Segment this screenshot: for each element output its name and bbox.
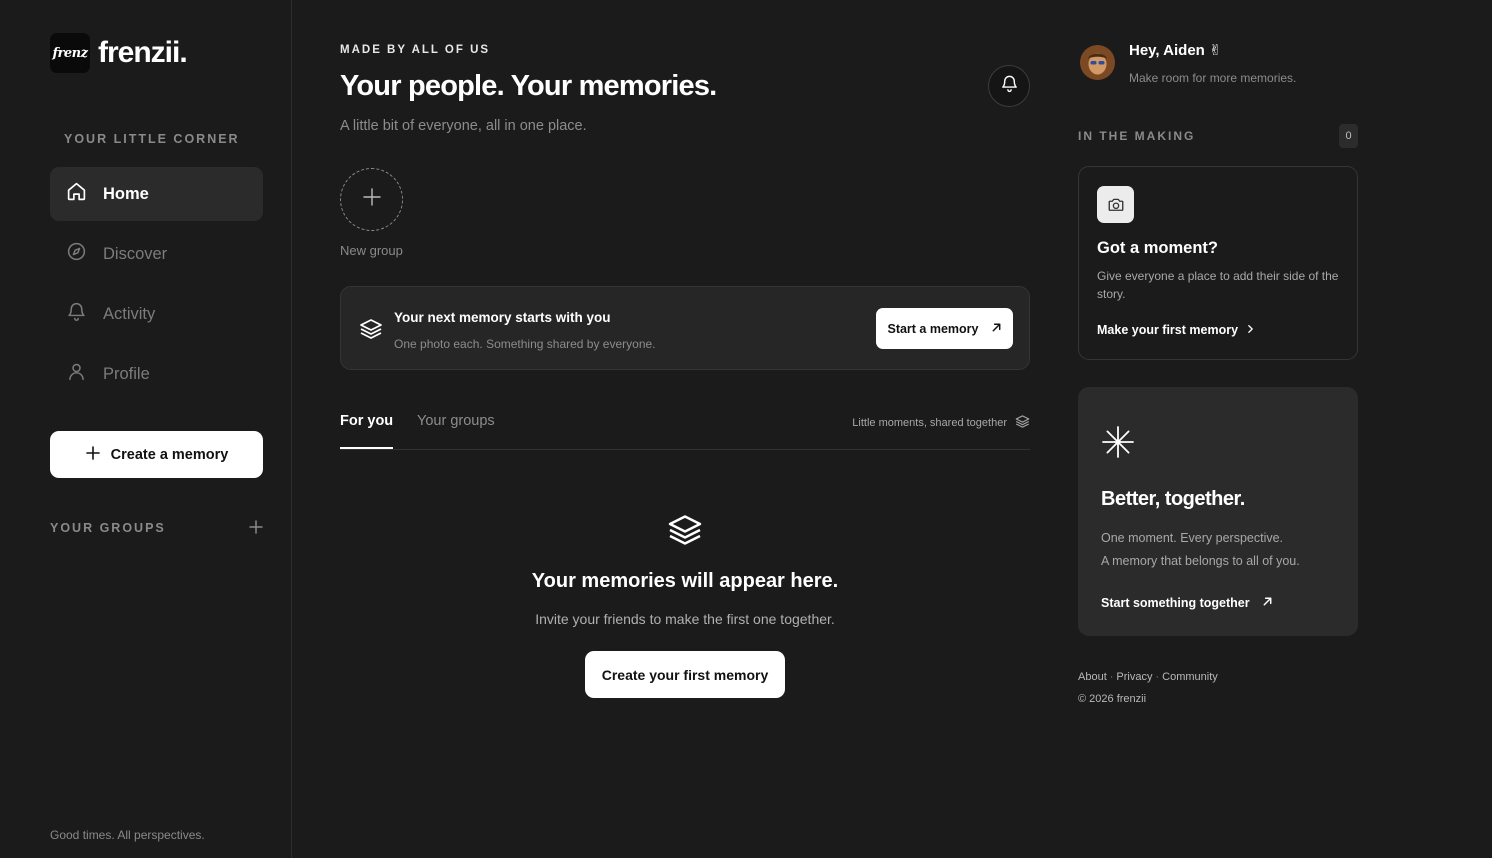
tabs-note-text: Little moments, shared together bbox=[852, 417, 1007, 429]
arrow-up-right-icon bbox=[1262, 596, 1273, 610]
better-card-line1: One moment. Every perspective. bbox=[1101, 531, 1284, 545]
layers-icon bbox=[1015, 414, 1030, 432]
footer-separator: · bbox=[1155, 671, 1160, 683]
plus-icon bbox=[362, 187, 382, 212]
create-memory-button[interactable]: Create a memory bbox=[50, 431, 263, 478]
sidebar: frenz frenzii. YOUR LITTLE CORNER Home D… bbox=[0, 0, 292, 858]
empty-state: Your memories will appear here. Invite y… bbox=[340, 512, 1030, 698]
new-group: New group bbox=[340, 168, 404, 258]
greeting: Hey, Aiden ✌ bbox=[1129, 42, 1222, 59]
sidebar-item-label: Home bbox=[103, 184, 149, 203]
camera-icon bbox=[1097, 186, 1134, 223]
sidebar-nav: Home Discover Activity Profile bbox=[50, 167, 263, 407]
start-memory-label: Start a memory bbox=[887, 321, 979, 336]
new-group-button[interactable] bbox=[340, 168, 403, 231]
avatar[interactable] bbox=[1080, 45, 1115, 80]
greeting-subtitle: Make room for more memories. bbox=[1129, 71, 1297, 85]
sidebar-item-activity[interactable]: Activity bbox=[50, 287, 263, 341]
moment-card-title: Got a moment? bbox=[1097, 239, 1219, 257]
layers-icon bbox=[340, 512, 1030, 548]
page-subtitle: A little bit of everyone, all in one pla… bbox=[340, 118, 587, 134]
bell-icon bbox=[1000, 74, 1019, 98]
sidebar-item-profile[interactable]: Profile bbox=[50, 347, 263, 401]
layers-icon bbox=[359, 317, 383, 346]
user-icon bbox=[66, 361, 87, 387]
make-first-memory-link[interactable]: Make your first memory bbox=[1097, 323, 1255, 337]
logo-wordmark: frenzii. bbox=[98, 36, 188, 69]
better-card-line2: A memory that belongs to all of you. bbox=[1101, 554, 1300, 568]
next-memory-banner: Your next memory starts with you One pho… bbox=[340, 286, 1030, 370]
start-something-together-link[interactable]: Start something together bbox=[1101, 596, 1273, 610]
tabs-note: Little moments, shared together bbox=[852, 414, 1030, 432]
plus-icon bbox=[85, 445, 101, 465]
sidebar-item-label: Profile bbox=[103, 364, 150, 383]
feed-tabs: For you Your groups Little moments, shar… bbox=[340, 400, 1030, 450]
got-a-moment-card: Got a moment? Give everyone a place to a… bbox=[1078, 166, 1358, 360]
footer-links: About · Privacy · Community bbox=[1078, 671, 1218, 683]
section-label-little-corner: YOUR LITTLE CORNER bbox=[64, 132, 240, 146]
in-making-count-badge: 0 bbox=[1339, 124, 1358, 148]
eyebrow-label: MADE BY ALL OF US bbox=[340, 44, 491, 56]
sidebar-item-label: Discover bbox=[103, 244, 168, 263]
start-something-label: Start something together bbox=[1101, 596, 1250, 610]
in-making-label: IN THE MAKING bbox=[1078, 129, 1196, 143]
create-memory-label: Create a memory bbox=[110, 446, 229, 463]
banner-subtitle: One photo each. Something shared by ever… bbox=[394, 337, 656, 351]
add-group-icon[interactable] bbox=[249, 518, 263, 538]
footer-separator: · bbox=[1109, 671, 1114, 683]
app-root: frenz frenzii. YOUR LITTLE CORNER Home D… bbox=[0, 0, 1492, 858]
tab-for-you[interactable]: For you bbox=[340, 413, 394, 449]
start-memory-button[interactable]: Start a memory bbox=[876, 308, 1013, 349]
notifications-button[interactable] bbox=[988, 65, 1030, 107]
empty-state-text: Invite your friends to make the first on… bbox=[535, 611, 835, 627]
chevron-right-icon bbox=[1246, 323, 1255, 337]
moment-card-text: Give everyone a place to add their side … bbox=[1097, 269, 1339, 301]
make-first-memory-label: Make your first memory bbox=[1097, 323, 1239, 337]
logo[interactable]: frenz frenzii. bbox=[50, 33, 188, 73]
footer-about-link[interactable]: About bbox=[1078, 671, 1107, 683]
logo-badge: frenz bbox=[50, 33, 90, 73]
footer-community-link[interactable]: Community bbox=[1162, 671, 1218, 683]
home-icon bbox=[66, 181, 87, 207]
sidebar-item-discover[interactable]: Discover bbox=[50, 227, 263, 281]
copyright: © 2026 frenzii bbox=[1078, 693, 1147, 705]
sidebar-tagline: Good times. All perspectives. bbox=[50, 828, 205, 842]
sidebar-item-label: Activity bbox=[103, 304, 156, 323]
your-groups-header: YOUR GROUPS bbox=[50, 518, 263, 538]
tab-your-groups[interactable]: Your groups bbox=[417, 413, 495, 429]
create-first-memory-button[interactable]: Create your first memory bbox=[585, 651, 785, 698]
arrow-up-right-icon bbox=[991, 322, 1002, 336]
empty-state-title: Your memories will appear here. bbox=[531, 570, 839, 592]
new-group-label: New group bbox=[340, 243, 403, 258]
sidebar-item-home[interactable]: Home bbox=[50, 167, 263, 221]
page-title: Your people. Your memories. bbox=[340, 70, 717, 102]
better-card-title: Better, together. bbox=[1101, 488, 1245, 510]
compass-icon bbox=[66, 241, 87, 267]
banner-title: Your next memory starts with you bbox=[394, 310, 611, 325]
better-together-card: Better, together. One moment. Every pers… bbox=[1078, 387, 1358, 636]
sparkle-icon bbox=[1101, 425, 1135, 464]
footer-privacy-link[interactable]: Privacy bbox=[1116, 671, 1152, 683]
bell-icon bbox=[66, 301, 87, 327]
your-groups-label: YOUR GROUPS bbox=[50, 521, 166, 535]
